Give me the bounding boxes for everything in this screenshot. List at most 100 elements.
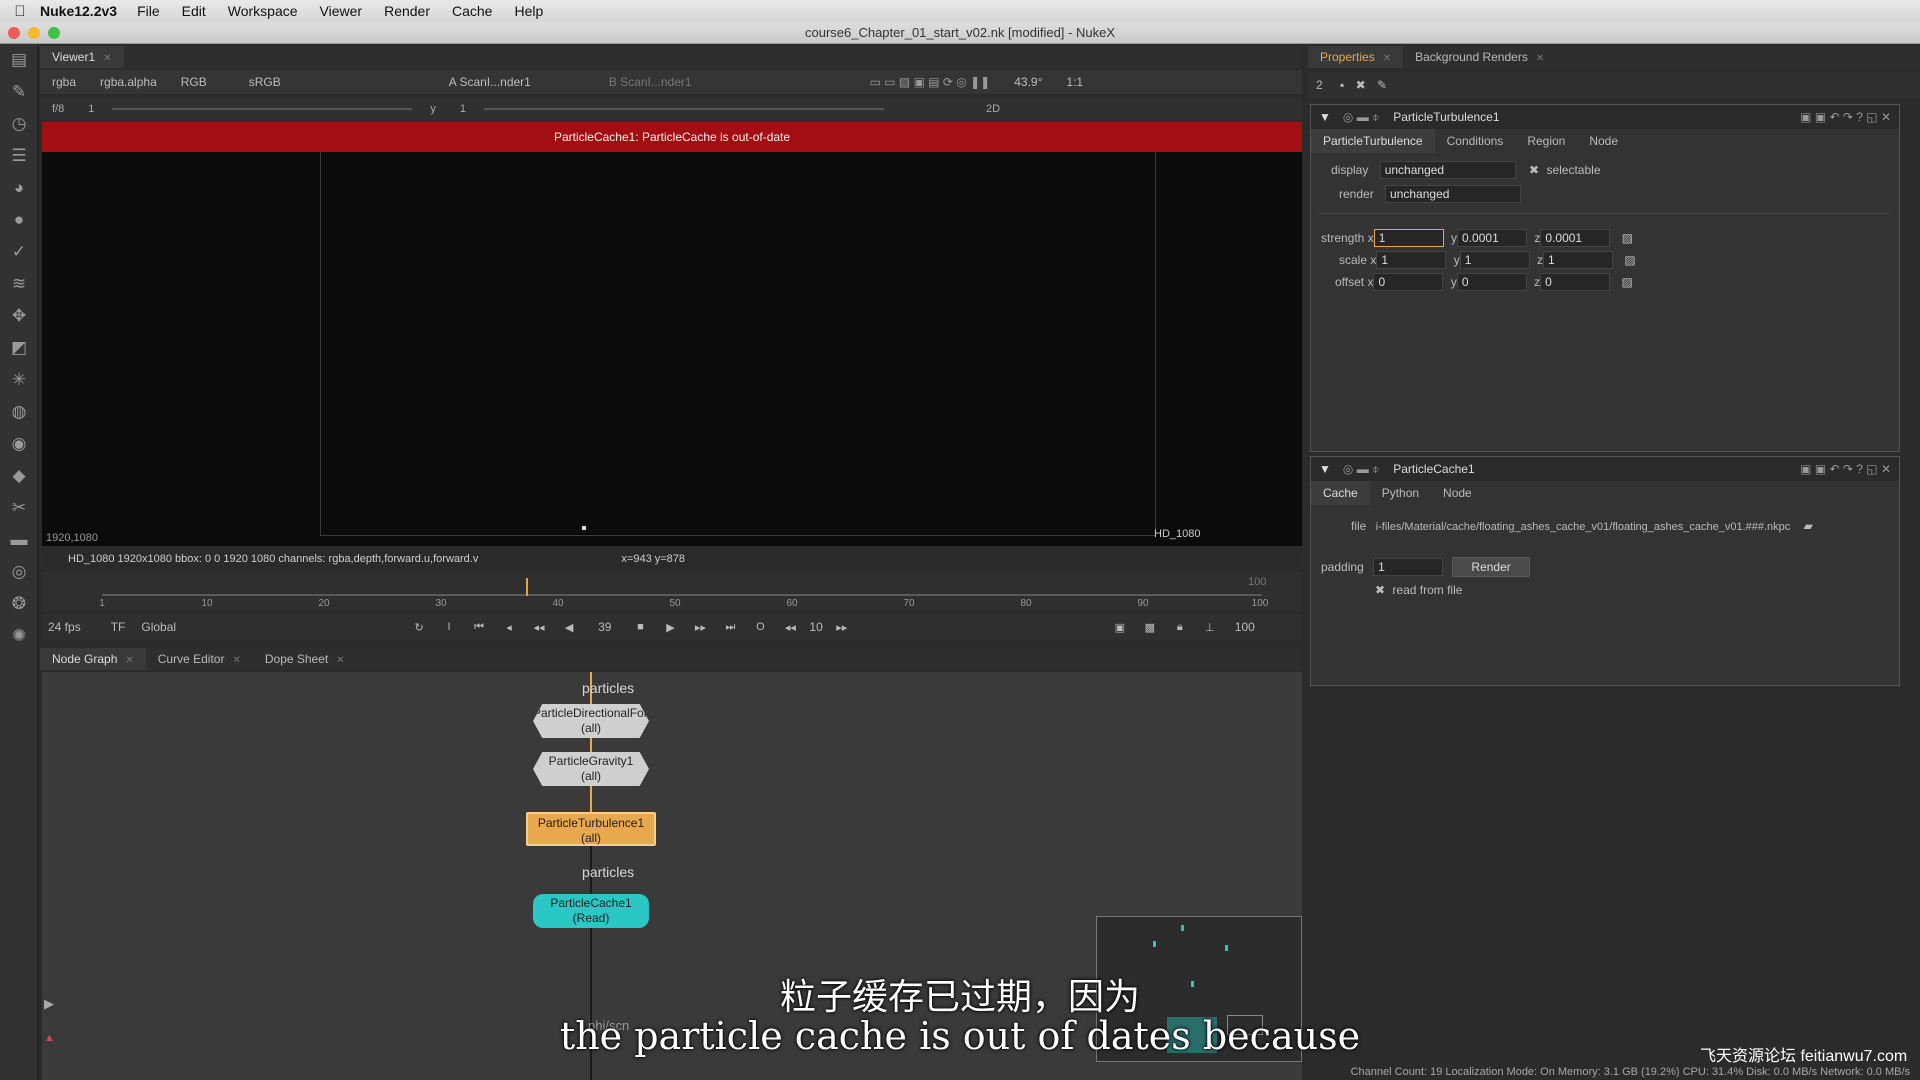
offset-x-field[interactable]: 0 (1373, 273, 1444, 291)
menu-cache[interactable]: Cache (452, 3, 492, 19)
views-tools-icon[interactable]: ◉ (0, 428, 38, 460)
panel-window-icons[interactable]: ▣ ▣ ↶ ↷ ? ◱ ✕ (1800, 462, 1891, 476)
close-tab-icon[interactable]: ✕ (336, 655, 344, 666)
gain-slider[interactable] (112, 108, 413, 110)
menu-viewer[interactable]: Viewer (320, 3, 363, 19)
current-frame-field[interactable]: 39 (598, 620, 611, 634)
lut-dropdown[interactable]: sRGB (243, 75, 287, 89)
close-tab-icon[interactable]: ✕ (103, 53, 111, 64)
tab-cache[interactable]: Cache (1311, 481, 1370, 505)
scale-z-field[interactable]: 1 (1543, 251, 1614, 269)
loop-icon[interactable]: ↻ (406, 617, 432, 637)
strength-z-field[interactable]: 0.0001 (1540, 229, 1611, 247)
tab-viewer1[interactable]: Viewer1 ✕ (40, 46, 124, 68)
deep-tools-icon[interactable]: ◍ (0, 396, 38, 428)
menu-file[interactable]: File (137, 3, 160, 19)
node-particle-turbulence[interactable]: ParticleTurbulence1 (all) (526, 812, 656, 846)
display-dropdown[interactable]: RGB (175, 75, 213, 89)
in-point-button[interactable]: I (436, 617, 462, 637)
viewer-toggle-icons[interactable]: ▭ ▭ ▨ ▣ ▤ ⟳ ◎ ❚❚ (864, 75, 997, 89)
close-tab-icon[interactable]: ✕ (1383, 53, 1391, 64)
node-name-field[interactable]: ParticleTurbulence1 (1393, 110, 1499, 124)
merge-tools-icon[interactable]: ≋ (0, 268, 38, 300)
tf-dropdown[interactable]: TF (111, 620, 126, 634)
node-particle-cache[interactable]: ParticleCache1 (Read) (533, 894, 649, 928)
3d-tools-icon[interactable]: ◩ (0, 332, 38, 364)
menu-edit[interactable]: Edit (182, 3, 206, 19)
menu-render[interactable]: Render (384, 3, 430, 19)
menu-workspace[interactable]: Workspace (228, 3, 298, 19)
input-b-dropdown[interactable]: B ScanI...nder1 (603, 75, 698, 89)
lock-icon[interactable]: ▪ (1340, 78, 1344, 92)
end-frame-field[interactable]: 100 (1235, 620, 1255, 634)
tab-node[interactable]: Node (1431, 486, 1484, 500)
tab-particle-turbulence[interactable]: ParticleTurbulence (1311, 129, 1435, 153)
tab-python[interactable]: Python (1370, 486, 1431, 500)
animation-icon[interactable]: ▨ (1622, 275, 1633, 289)
play-forward-button[interactable]: ▶ (657, 617, 683, 637)
node-particle-directional-force[interactable]: ParticleDirectionalForce1 (all) (533, 704, 649, 738)
tab-conditions[interactable]: Conditions (1435, 134, 1516, 148)
close-window-button[interactable] (8, 27, 20, 39)
offset-y-field[interactable]: 0 (1456, 273, 1527, 291)
node-particle-gravity[interactable]: ParticleGravity1 (all) (533, 752, 649, 786)
nukex-tools-icon[interactable]: ✺ (0, 620, 38, 652)
scale-x-field[interactable]: 1 (1376, 251, 1447, 269)
playhead[interactable] (526, 578, 528, 596)
animation-icon[interactable]: ▨ (1624, 253, 1635, 267)
draw-tools-icon[interactable]: ✎ (0, 76, 38, 108)
layer-dropdown[interactable]: rgba.alpha (94, 75, 163, 89)
file-path-field[interactable]: i-files/Material/cache/floating_ashes_ca… (1376, 521, 1791, 533)
step-back-button[interactable]: ◂◂ (777, 617, 803, 637)
gamma-slider[interactable] (483, 108, 884, 110)
animation-icon[interactable]: ▨ (1622, 231, 1633, 245)
node-name-field[interactable]: ParticleCache1 (1393, 462, 1474, 476)
zoom-value[interactable]: 43.9° (1008, 75, 1048, 89)
panel-window-icons[interactable]: ▣ ▣ ↶ ↷ ? ◱ ✕ (1800, 110, 1891, 124)
range-icon[interactable]: ⊥ (1197, 617, 1223, 637)
menu-help[interactable]: Help (514, 3, 543, 19)
minimize-window-button[interactable] (28, 27, 40, 39)
display-dropdown[interactable]: unchanged (1379, 161, 1516, 179)
folder-icon[interactable]: ▰ (1804, 519, 1813, 533)
strength-y-field[interactable]: 0.0001 (1457, 229, 1528, 247)
stop-button[interactable]: ■ (627, 617, 653, 637)
particles-tools-icon[interactable]: ✳ (0, 364, 38, 396)
prev-keyframe-button[interactable]: ◂ (496, 617, 522, 637)
color-tools-icon[interactable]: ◕ (0, 172, 38, 204)
ratio-value[interactable]: 1:1 (1060, 75, 1089, 89)
image-tools-icon[interactable]: ▤ (0, 44, 38, 76)
prev-frame-button[interactable]: ◂◂ (526, 617, 552, 637)
channel-tools-icon[interactable]: ☰ (0, 140, 38, 172)
last-frame-button[interactable]: ⏭ (717, 617, 743, 637)
filter-tools-icon[interactable]: ● (0, 204, 38, 236)
step-forward-button[interactable]: ▸▸ (829, 617, 855, 637)
read-from-file-checkbox[interactable]: ✖ (1375, 583, 1385, 597)
app-menu[interactable]: Nuke12.2v3 (40, 3, 117, 19)
metadata-tools-icon[interactable]: ◆ (0, 460, 38, 492)
close-tab-icon[interactable]: ✕ (232, 655, 240, 666)
selectable-checkbox[interactable]: ✖ (1529, 163, 1539, 177)
strength-x-field[interactable]: 1 (1373, 229, 1444, 247)
first-frame-button[interactable]: ⏮ (466, 617, 492, 637)
tab-region[interactable]: Region (1515, 134, 1577, 148)
close-tab-icon[interactable]: ✕ (125, 655, 133, 666)
panel-icons[interactable]: ◎ ▬ ⌽ (1343, 110, 1379, 125)
collapse-icon[interactable]: ▼ (1319, 110, 1331, 124)
tab-curve-editor[interactable]: Curve Editor ✕ (146, 648, 253, 670)
tab-node[interactable]: Node (1577, 134, 1630, 148)
viewer-canvas[interactable]: ParticleCache1: ParticleCache is out-of-… (42, 122, 1302, 546)
cara-tools-icon[interactable]: ❂ (0, 588, 38, 620)
channels-dropdown[interactable]: rgba (46, 75, 82, 89)
max-panels-field[interactable]: 2 (1316, 78, 1323, 92)
panel-icons[interactable]: ◎ ▬ ⌽ (1343, 462, 1379, 477)
tab-dope-sheet[interactable]: Dope Sheet ✕ (253, 648, 357, 670)
time-tools-icon[interactable]: ◷ (0, 108, 38, 140)
offset-z-field[interactable]: 0 (1540, 273, 1611, 291)
tab-background-renders[interactable]: Background Renders ✕ (1403, 46, 1556, 68)
out-point-button[interactable]: O (747, 617, 773, 637)
apple-icon[interactable]:  (0, 3, 40, 20)
scope-dropdown[interactable]: Global (141, 620, 176, 634)
input-a-dropdown[interactable]: A ScanI...nder1 (443, 75, 537, 89)
fstop-value[interactable]: f/8 (46, 103, 70, 115)
